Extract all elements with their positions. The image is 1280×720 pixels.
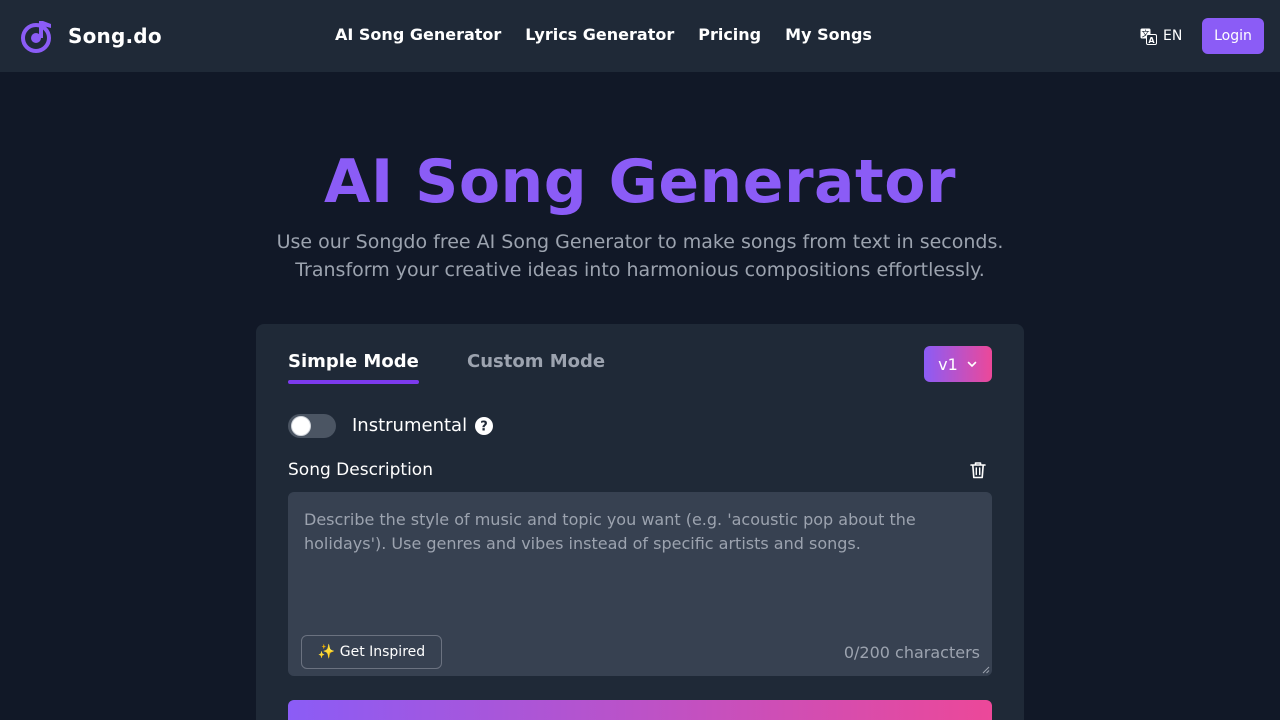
question-circle-icon[interactable]: ? — [475, 417, 493, 435]
translate-icon: 文 A — [1140, 28, 1157, 45]
brand-name: Song.do — [68, 24, 162, 48]
nav-item-pricing[interactable]: Pricing — [698, 24, 761, 48]
song-description-label: Song Description — [288, 460, 433, 480]
version-label: v1 — [938, 354, 958, 374]
active-tab-indicator — [288, 380, 419, 384]
svg-text:A: A — [1148, 35, 1155, 44]
brand-link[interactable]: Song.do — [20, 18, 162, 54]
subtitle-line-2: Transform your creative ideas into harmo… — [295, 259, 985, 281]
page-title: AI Song Generator — [323, 147, 957, 217]
nav-item-lyrics-generator[interactable]: Lyrics Generator — [525, 24, 674, 48]
login-button[interactable]: Login — [1202, 18, 1264, 54]
toggle-knob — [291, 416, 311, 436]
page-subtitle: Use our Songdo free AI Song Generator to… — [0, 228, 1280, 284]
trash-icon[interactable] — [970, 461, 986, 479]
svg-text:?: ? — [480, 420, 488, 435]
tab-custom-mode[interactable]: Custom Mode — [467, 350, 605, 374]
generate-button[interactable] — [288, 700, 992, 720]
nav-item-ai-song-generator[interactable]: AI Song Generator — [335, 24, 501, 48]
nav-item-my-songs[interactable]: My Songs — [785, 24, 872, 48]
language-label: EN — [1163, 28, 1183, 44]
subtitle-line-1: Use our Songdo free AI Song Generator to… — [276, 231, 1004, 253]
song-description-box: ✨ Get Inspired 0/200 characters — [288, 492, 992, 676]
language-switcher[interactable]: 文 A EN — [1140, 27, 1182, 45]
tab-simple-mode[interactable]: Simple Mode — [288, 350, 419, 374]
chevron-down-icon — [967, 361, 977, 367]
top-navbar: Song.do AI Song Generator Lyrics Generat… — [0, 0, 1280, 72]
music-note-logo-icon — [21, 21, 51, 53]
instrumental-toggle[interactable] — [288, 414, 336, 438]
main-nav: AI Song Generator Lyrics Generator Prici… — [335, 24, 896, 48]
resize-grip-icon[interactable] — [982, 666, 990, 674]
get-inspired-button[interactable]: ✨ Get Inspired — [301, 635, 442, 669]
instrumental-label: Instrumental — [352, 415, 468, 436]
song-generator-card: Simple Mode Custom Mode v1 Instrumental … — [256, 324, 1024, 720]
version-select[interactable]: v1 — [924, 346, 992, 382]
character-counter: 0/200 characters — [843, 643, 980, 662]
